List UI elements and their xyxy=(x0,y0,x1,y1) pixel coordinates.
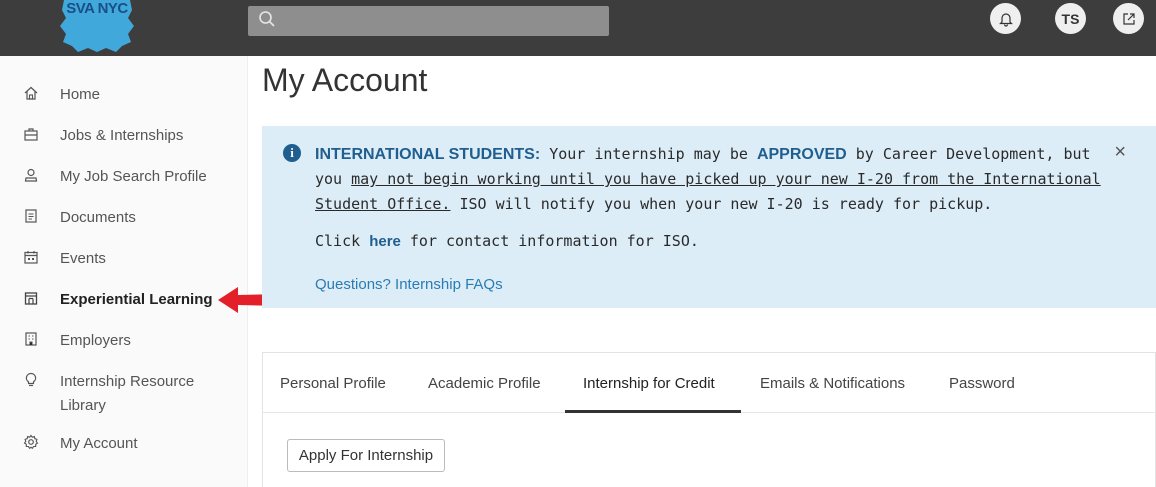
logo-text: SVA NYC xyxy=(66,0,128,17)
sidebar-item-label: Jobs & Internships xyxy=(60,127,184,144)
sidebar-item-home[interactable]: Home xyxy=(20,83,100,107)
sidebar-item-events[interactable]: Events xyxy=(20,247,106,271)
info-icon: i xyxy=(283,144,301,162)
account-tabs: Personal Profile Academic Profile Intern… xyxy=(263,353,1156,413)
here-link[interactable]: here xyxy=(369,233,401,250)
sidebar: Home Jobs & Internships My Job Search Pr… xyxy=(0,56,248,487)
tab-emails-notifications[interactable]: Emails & Notifications xyxy=(760,375,905,392)
document-icon xyxy=(20,206,42,226)
page-title: My Account xyxy=(262,62,428,98)
sidebar-item-job-search-profile[interactable]: My Job Search Profile xyxy=(20,165,207,189)
apply-for-internship-button[interactable]: Apply For Internship xyxy=(287,439,445,472)
sidebar-item-label: My Job Search Profile xyxy=(60,168,207,185)
international-students-alert: i INTERNATIONAL STUDENTS: Your internshi… xyxy=(262,126,1156,308)
search-icon xyxy=(259,11,275,27)
sva-logo[interactable]: SVA NYC xyxy=(58,0,136,52)
sidebar-item-label: My Account xyxy=(60,435,138,452)
sidebar-item-employers[interactable]: Employers xyxy=(20,329,131,353)
lightbulb-icon xyxy=(20,370,42,390)
account-card: Personal Profile Academic Profile Intern… xyxy=(262,352,1156,487)
top-bar: SVA NYC TS xyxy=(0,0,1156,56)
user-avatar-button[interactable]: TS xyxy=(1055,3,1086,34)
gear-icon xyxy=(20,432,42,452)
sidebar-item-label: Documents xyxy=(60,209,136,226)
sidebar-item-label: Employers xyxy=(60,332,131,349)
experiential-icon xyxy=(20,288,42,308)
sidebar-item-jobs[interactable]: Jobs & Internships xyxy=(20,124,183,148)
alert-message: INTERNATIONAL STUDENTS: Your internship … xyxy=(315,145,1101,213)
external-link-icon xyxy=(1122,12,1135,25)
sidebar-item-my-account[interactable]: My Account xyxy=(20,432,138,456)
sidebar-item-label: Home xyxy=(60,86,101,103)
notifications-button[interactable] xyxy=(990,3,1021,34)
search-bar[interactable] xyxy=(248,6,609,36)
avatar-initials: TS xyxy=(1061,10,1080,27)
internship-faqs-link[interactable]: Questions? Internship FAQs xyxy=(315,276,503,293)
sidebar-item-internship-resource-library[interactable]: Internship Resource Library xyxy=(20,370,220,418)
approved-text: APPROVED xyxy=(756,146,847,163)
tab-password[interactable]: Password xyxy=(949,375,1015,392)
calendar-icon xyxy=(20,247,42,267)
external-link-button[interactable] xyxy=(1113,3,1144,34)
person-icon xyxy=(20,165,42,185)
tab-personal-profile[interactable]: Personal Profile xyxy=(280,375,386,392)
sidebar-item-label: Internship Resource Library xyxy=(60,373,195,414)
bell-icon xyxy=(998,12,1013,27)
alert-strong-label: INTERNATIONAL STUDENTS: xyxy=(315,146,541,163)
sidebar-item-documents[interactable]: Documents xyxy=(20,206,136,230)
tab-internship-for-credit[interactable]: Internship for Credit xyxy=(583,375,715,392)
sidebar-item-experiential-learning[interactable]: Experiential Learning xyxy=(20,288,213,312)
home-icon xyxy=(20,83,42,103)
close-alert-button[interactable]: × xyxy=(1114,142,1126,162)
briefcase-icon xyxy=(20,124,42,144)
iso-contact-line: Click here for contact information for I… xyxy=(315,232,699,250)
search-input[interactable] xyxy=(282,6,602,36)
sidebar-item-label: Experiential Learning xyxy=(60,291,213,308)
tab-academic-profile[interactable]: Academic Profile xyxy=(428,375,541,392)
building-icon xyxy=(20,329,42,349)
sidebar-item-label: Events xyxy=(60,250,106,267)
active-tab-indicator xyxy=(565,410,741,413)
